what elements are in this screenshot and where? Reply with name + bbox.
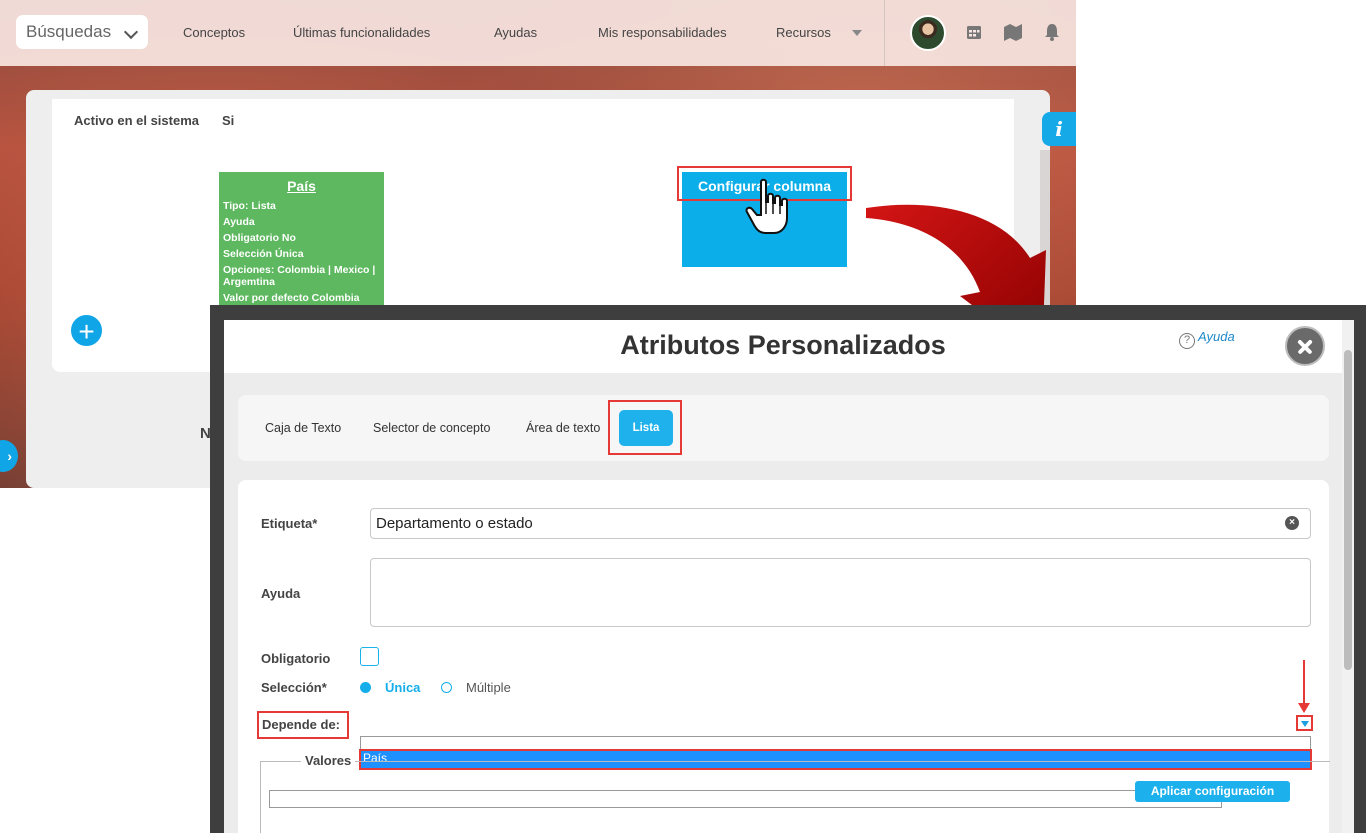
search-select-label: Búsquedas (26, 22, 112, 41)
bell-icon[interactable] (1043, 23, 1061, 41)
red-arrow-icon (1303, 660, 1305, 706)
country-card-line: Obligatorio No (223, 232, 296, 244)
plus-icon: + (78, 316, 95, 347)
question-icon: ? (1179, 333, 1195, 349)
depende-dropdown-toggle[interactable] (1296, 715, 1313, 731)
tab-area-de-texto[interactable]: Área de texto (526, 421, 600, 435)
ayuda-textarea[interactable] (370, 558, 1311, 627)
modal-header: Atributos Personalizados ? Ayuda (224, 320, 1342, 373)
add-button[interactable]: + (69, 313, 104, 348)
red-arrowhead-icon (1298, 703, 1310, 713)
country-card-line: Ayuda (223, 216, 255, 228)
nav-recursos[interactable]: Recursos (776, 25, 831, 40)
modal-scrollbar[interactable] (1342, 320, 1354, 833)
radio-unica-label[interactable]: Única (385, 680, 420, 695)
attribute-type-tabs: Caja de Texto Selector de concepto Área … (238, 395, 1329, 461)
info-label: i (1055, 117, 1063, 141)
modal-scrollbar-thumb[interactable] (1344, 350, 1352, 670)
nav-ultimas-funcionalidades[interactable]: Últimas funcionalidades (293, 25, 430, 40)
expand-sidebar-button[interactable]: › (0, 440, 18, 472)
ayuda-label: Ayuda (261, 586, 301, 601)
caret-down-icon (1301, 721, 1309, 727)
apply-configuration-button[interactable]: Aplicar configuración (1135, 781, 1290, 802)
country-card-line: Selección Única (223, 248, 304, 260)
info-icon[interactable]: i (1042, 112, 1076, 146)
map-icon[interactable] (1003, 23, 1023, 41)
seleccion-label: Selección* (261, 680, 327, 695)
active-label: Activo en el sistema (74, 113, 199, 128)
country-card-line: Opciones: Colombia | Mexico | Argemtina (223, 264, 376, 288)
nav-conceptos[interactable]: Conceptos (183, 25, 245, 40)
close-button[interactable] (1285, 326, 1325, 366)
tab-caja-de-texto[interactable]: Caja de Texto (265, 421, 341, 435)
tab-selector-de-concepto[interactable]: Selector de concepto (373, 421, 490, 435)
country-card-line: Tipo: Lista (223, 200, 276, 212)
attributes-modal: Atributos Personalizados ? Ayuda Caja de … (224, 320, 1354, 833)
help-label: Ayuda (1198, 329, 1235, 344)
screenshot-root: Búsquedas Conceptos Últimas funcionalida… (0, 0, 1366, 833)
country-attribute-card[interactable]: País Tipo: Lista Ayuda Obligatorio No Se… (219, 172, 384, 307)
help-link[interactable]: ? Ayuda (1179, 329, 1235, 349)
top-navigation-bar: Búsquedas Conceptos Últimas funcionalida… (0, 0, 1076, 66)
caret-down-icon[interactable] (852, 30, 862, 36)
radio-multiple[interactable] (441, 682, 452, 693)
clear-icon[interactable]: × (1285, 516, 1299, 530)
chevron-right-icon: › (7, 448, 12, 464)
hand-pointer-icon (745, 178, 788, 234)
obligatorio-checkbox[interactable] (360, 647, 379, 666)
highlight-box (257, 711, 349, 739)
etiqueta-input[interactable]: Departamento o estado (370, 508, 1311, 539)
nav-divider (884, 0, 885, 66)
nav-mis-responsabilidades[interactable]: Mis responsabilidades (598, 25, 727, 40)
valores-input[interactable] (269, 790, 1222, 808)
obligatorio-label: Obligatorio (261, 651, 331, 666)
radio-multiple-label[interactable]: Múltiple (466, 680, 511, 695)
chevron-down-icon (123, 24, 139, 40)
country-card-line: Valor por defecto Colombia (223, 292, 360, 304)
highlight-box (608, 400, 682, 455)
search-select[interactable]: Búsquedas (16, 15, 148, 49)
calendar-icon[interactable] (965, 23, 983, 41)
radio-unica[interactable] (360, 682, 371, 693)
valores-label: Valores de (301, 753, 355, 768)
etiqueta-label: Etiqueta* (261, 516, 318, 531)
nav-ayudas[interactable]: Ayudas (494, 25, 537, 40)
avatar[interactable] (910, 15, 946, 51)
modal-title: Atributos Personalizados (620, 330, 946, 360)
country-card-title: País (287, 178, 316, 194)
active-value: Si (222, 113, 235, 128)
